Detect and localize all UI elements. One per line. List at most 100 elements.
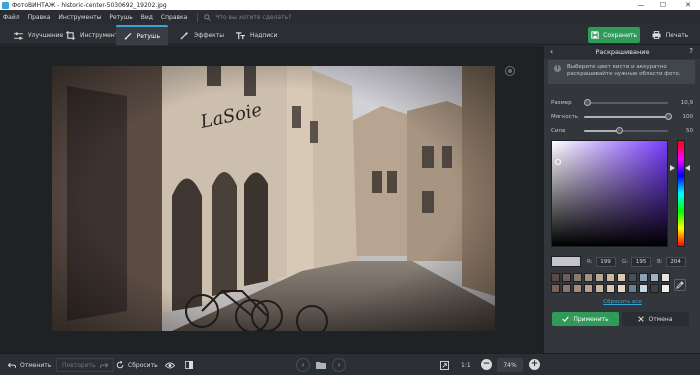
undo-button[interactable]: Отменить (8, 358, 51, 372)
fit-screen-button[interactable] (440, 358, 453, 372)
preset-swatches (551, 273, 670, 295)
color-swatch[interactable] (617, 284, 626, 293)
size-slider[interactable] (584, 99, 668, 106)
strength-slider[interactable] (584, 127, 668, 134)
cancel-button[interactable]: Отмена (622, 312, 689, 326)
hue-slider-left-arrow[interactable] (670, 165, 675, 171)
color-swatch[interactable] (661, 273, 670, 282)
strength-slider-handle[interactable] (616, 127, 624, 134)
color-swatch[interactable] (639, 284, 648, 293)
text-icon (236, 31, 245, 39)
color-swatch[interactable] (584, 273, 593, 282)
color-swatch[interactable] (639, 273, 648, 282)
eyedropper-icon (676, 281, 684, 289)
color-swatch[interactable] (617, 273, 626, 282)
strength-value[interactable]: 50 (679, 128, 693, 134)
color-swatch[interactable] (595, 284, 604, 293)
hue-slider-right-arrow[interactable] (685, 165, 690, 171)
canvas-target-icon[interactable] (505, 66, 515, 76)
close-button[interactable]: ✕ (680, 0, 696, 10)
tab-effects[interactable]: Эффекты (172, 27, 232, 44)
red-field[interactable]: R: 199 (587, 256, 616, 267)
apply-button[interactable]: Применить (552, 312, 619, 326)
prev-image-button[interactable]: ‹ (296, 358, 310, 372)
apply-label: Применить (573, 315, 609, 323)
menu-retouch[interactable]: Ретушь (109, 14, 132, 21)
color-swatch[interactable] (650, 273, 659, 282)
color-picker-handle[interactable] (555, 159, 561, 165)
print-button[interactable]: Печать (644, 27, 696, 43)
compare-button[interactable] (185, 358, 197, 372)
menu-tools[interactable]: Инструменты (58, 14, 101, 21)
color-picker-field[interactable] (551, 140, 668, 247)
zoom-out-button[interactable]: − (481, 359, 492, 370)
color-swatch[interactable] (562, 284, 571, 293)
save-button[interactable]: Сохранить (588, 27, 640, 43)
app-icon (2, 1, 9, 9)
tab-text[interactable]: Надписи (228, 27, 285, 44)
green-field[interactable]: G: 195 (622, 256, 652, 267)
menu-view[interactable]: Вид (141, 14, 153, 21)
softness-slider[interactable] (584, 113, 672, 120)
tab-effects-label: Эффекты (194, 32, 224, 39)
search-field[interactable]: Что вы хотите сделать? (204, 14, 291, 21)
color-swatch[interactable] (551, 284, 560, 293)
back-button[interactable]: ‹ (550, 47, 553, 56)
size-value[interactable]: 10,9 (679, 100, 693, 106)
redo-button[interactable]: Повторить (56, 358, 114, 372)
minimize-button[interactable]: — (633, 0, 649, 10)
color-swatch[interactable] (661, 284, 670, 293)
next-image-button[interactable]: › (332, 358, 346, 372)
crop-icon (66, 31, 75, 40)
close-icon (638, 316, 645, 322)
tab-text-label: Надписи (250, 32, 278, 39)
softness-slider-handle[interactable] (665, 113, 672, 120)
blue-field[interactable]: B: 204 (657, 256, 686, 267)
image-navigation: ‹ › (296, 358, 346, 372)
eyedropper-button[interactable] (674, 279, 686, 291)
help-button[interactable]: ? (689, 47, 693, 55)
menu-edit[interactable]: Правка (28, 14, 51, 21)
eye-icon (165, 362, 175, 368)
tab-retouch-label: Ретушь (136, 32, 160, 40)
fit-screen-icon (440, 360, 449, 370)
red-value[interactable]: 199 (595, 256, 616, 267)
color-swatch[interactable] (551, 273, 560, 282)
size-slider-handle[interactable] (584, 99, 592, 106)
strength-slider-row: Сила 50 (551, 126, 693, 136)
green-value[interactable]: 195 (631, 256, 652, 267)
color-swatch[interactable] (650, 284, 659, 293)
photo-image[interactable]: LaSoie (52, 66, 495, 331)
tab-retouch[interactable]: Ретушь (116, 25, 168, 45)
preview-toggle[interactable] (165, 358, 179, 372)
actual-size-button[interactable]: 1:1 (461, 358, 471, 372)
softness-value[interactable]: 100 (679, 114, 694, 120)
strength-label: Сила (551, 128, 566, 134)
color-swatch[interactable] (573, 284, 582, 293)
menu-file[interactable]: Файл (3, 14, 20, 21)
folder-icon[interactable] (316, 361, 326, 369)
color-swatch[interactable] (606, 273, 615, 282)
maximize-button[interactable]: ☐ (655, 0, 671, 10)
color-swatch[interactable] (628, 284, 637, 293)
zoom-level[interactable]: 74% (497, 358, 523, 372)
color-swatch[interactable] (584, 284, 593, 293)
reset-label: Сбросить (128, 361, 158, 369)
color-swatch[interactable] (562, 273, 571, 282)
zoom-in-button[interactable]: + (529, 359, 540, 370)
color-swatch[interactable] (606, 284, 615, 293)
reset-button[interactable]: Сбросить (116, 358, 158, 372)
menu-help[interactable]: Справка (161, 14, 187, 21)
color-swatch[interactable] (628, 273, 637, 282)
hint-box: i Выберите цвет кисти и аккуратно раскра… (548, 60, 695, 84)
printer-icon (652, 31, 661, 39)
panel-header: ‹ Раскрашивание ? (544, 45, 700, 59)
hue-slider[interactable] (677, 140, 685, 247)
reset-all-link[interactable]: Сбросить все (551, 299, 694, 307)
blue-value[interactable]: 204 (665, 256, 686, 267)
menu-divider (197, 12, 199, 22)
color-swatch[interactable] (573, 273, 582, 282)
menu-bar: Файл Правка Инструменты Ретушь Вид Справ… (0, 10, 700, 24)
save-label: Сохранить (603, 31, 637, 39)
color-swatch[interactable] (595, 273, 604, 282)
